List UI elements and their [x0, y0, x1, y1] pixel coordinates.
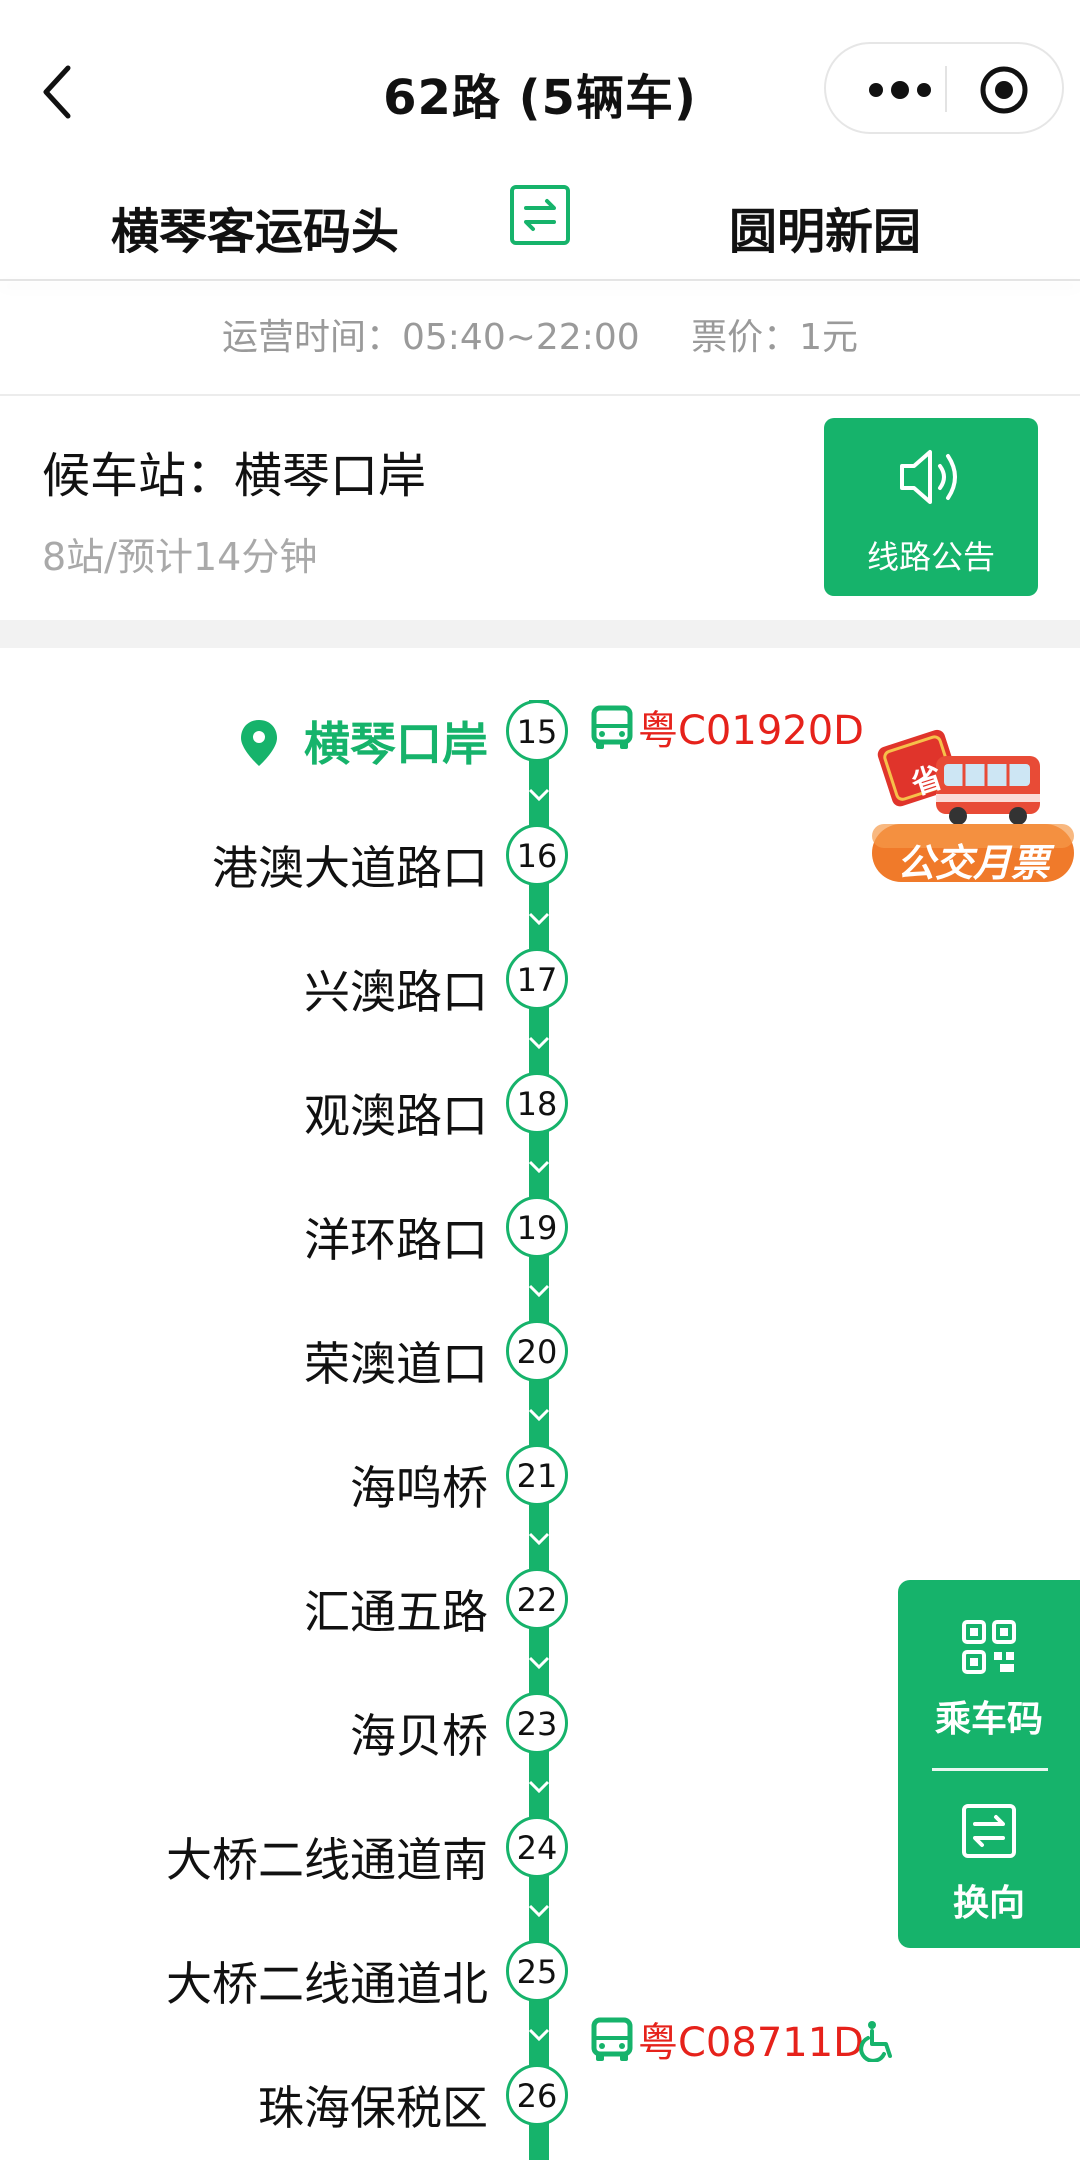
qr-code-icon — [962, 1620, 1016, 1674]
stop-name: 大桥二线通道南 — [166, 1833, 488, 1887]
more-dots-icon[interactable] — [860, 44, 944, 132]
chevron-down-icon — [528, 2028, 550, 2042]
stop-number: 26 — [506, 2064, 568, 2126]
chevron-down-icon — [528, 1904, 550, 1918]
stop-name: 大桥二线通道北 — [166, 1957, 488, 2011]
direction-bar: 横琴客运码头 圆明新园 — [0, 180, 1080, 280]
chevron-down-icon — [528, 1408, 550, 1422]
service-info: 运营时间：05:40~22:00 票价：1元 — [0, 292, 1080, 392]
stop-number: 18 — [506, 1072, 568, 1134]
stop-item[interactable]: 兴澳路口 17 — [0, 936, 1080, 1026]
stop-item[interactable]: 观澳路口 18 — [0, 1060, 1080, 1150]
chevron-down-icon — [528, 788, 550, 802]
chevron-down-icon — [528, 1284, 550, 1298]
ride-code-label: 乘车码 — [934, 1699, 1043, 1740]
stop-number: 17 — [506, 948, 568, 1010]
stop-number: 16 — [506, 824, 568, 886]
route-notice-button[interactable]: 线路公告 — [824, 418, 1038, 596]
stop-name: 汇通五路 — [304, 1585, 488, 1639]
stop-name: 海贝桥 — [350, 1709, 488, 1763]
stop-number: 19 — [506, 1196, 568, 1258]
chevron-down-icon — [528, 1780, 550, 1794]
destination-station: 圆明新园 — [728, 204, 921, 260]
stop-name: 洋环路口 — [304, 1213, 488, 1267]
stop-number: 22 — [506, 1568, 568, 1630]
header-divider — [0, 279, 1080, 281]
stop-item[interactable]: 荣澳道口 20 — [0, 1308, 1080, 1398]
switch-direction-icon — [962, 1804, 1016, 1858]
stop-name: 荣澳道口 — [304, 1337, 488, 1391]
fare: 票价：1元 — [691, 317, 859, 358]
stop-number: 25 — [506, 1940, 568, 2002]
bus-icon — [591, 2017, 633, 2061]
stop-number: 24 — [506, 1816, 568, 1878]
mini-program-capsule — [824, 42, 1064, 134]
top-bar: 62路 (5辆车) — [0, 0, 1080, 180]
bus-plate: 粤C08711D — [638, 2020, 864, 2066]
stop-number: 21 — [506, 1444, 568, 1506]
operating-hours: 运营时间：05:40~22:00 — [221, 317, 640, 358]
chevron-down-icon — [528, 912, 550, 926]
speaker-icon — [900, 450, 957, 504]
panel-divider — [932, 1768, 1048, 1771]
stop-number: 23 — [506, 1692, 568, 1754]
bus-marker[interactable]: 粤C08711D — [590, 2010, 910, 2070]
stop-item[interactable]: 海鸣桥 21 — [0, 1432, 1080, 1522]
record-icon[interactable] — [974, 44, 1038, 132]
stop-name: 兴澳路口 — [304, 965, 488, 1019]
swap-icon[interactable] — [509, 184, 571, 246]
chevron-down-icon — [528, 1036, 550, 1050]
chevron-down-icon — [528, 1656, 550, 1670]
bus-plate: 粤C01920D — [638, 708, 864, 754]
chevron-down-icon — [528, 1532, 550, 1546]
stop-name: 珠海保税区 — [258, 2081, 488, 2135]
wait-station-eta: 8站/预计14分钟 — [42, 535, 318, 579]
section-gap — [0, 620, 1080, 648]
wheelchair-icon — [859, 2021, 892, 2062]
floating-action-panel: 乘车码 换向 — [898, 1580, 1080, 1948]
route-notice-label: 线路公告 — [866, 538, 995, 576]
stop-name: 横琴口岸 — [304, 717, 488, 771]
wait-station-name: 候车站：横琴口岸 — [42, 448, 427, 504]
stop-number: 20 — [506, 1320, 568, 1382]
stop-item[interactable]: 洋环路口 19 — [0, 1184, 1080, 1274]
promo-label: 公交月票 — [896, 841, 1049, 885]
location-pin-icon — [241, 720, 277, 766]
wait-station-panel: 候车站：横琴口岸 8站/预计14分钟 线路公告 — [0, 396, 1080, 620]
capsule-divider — [945, 66, 947, 112]
switch-direction-label: 换向 — [952, 1883, 1025, 1924]
stop-number: 15 — [506, 700, 568, 762]
stop-name: 海鸣桥 — [350, 1461, 488, 1515]
bus-icon — [591, 705, 633, 749]
origin-station: 横琴客运码头 — [110, 204, 399, 260]
chevron-down-icon — [528, 1160, 550, 1174]
monthly-pass-promo[interactable]: 省 公交月票 — [866, 720, 1080, 890]
bus-marker[interactable]: 粤C01920D — [590, 698, 890, 758]
stop-item[interactable]: 珠海保税区 26 — [0, 2052, 1080, 2142]
stop-name: 观澳路口 — [304, 1089, 488, 1143]
stop-name: 港澳大道路口 — [212, 841, 488, 895]
